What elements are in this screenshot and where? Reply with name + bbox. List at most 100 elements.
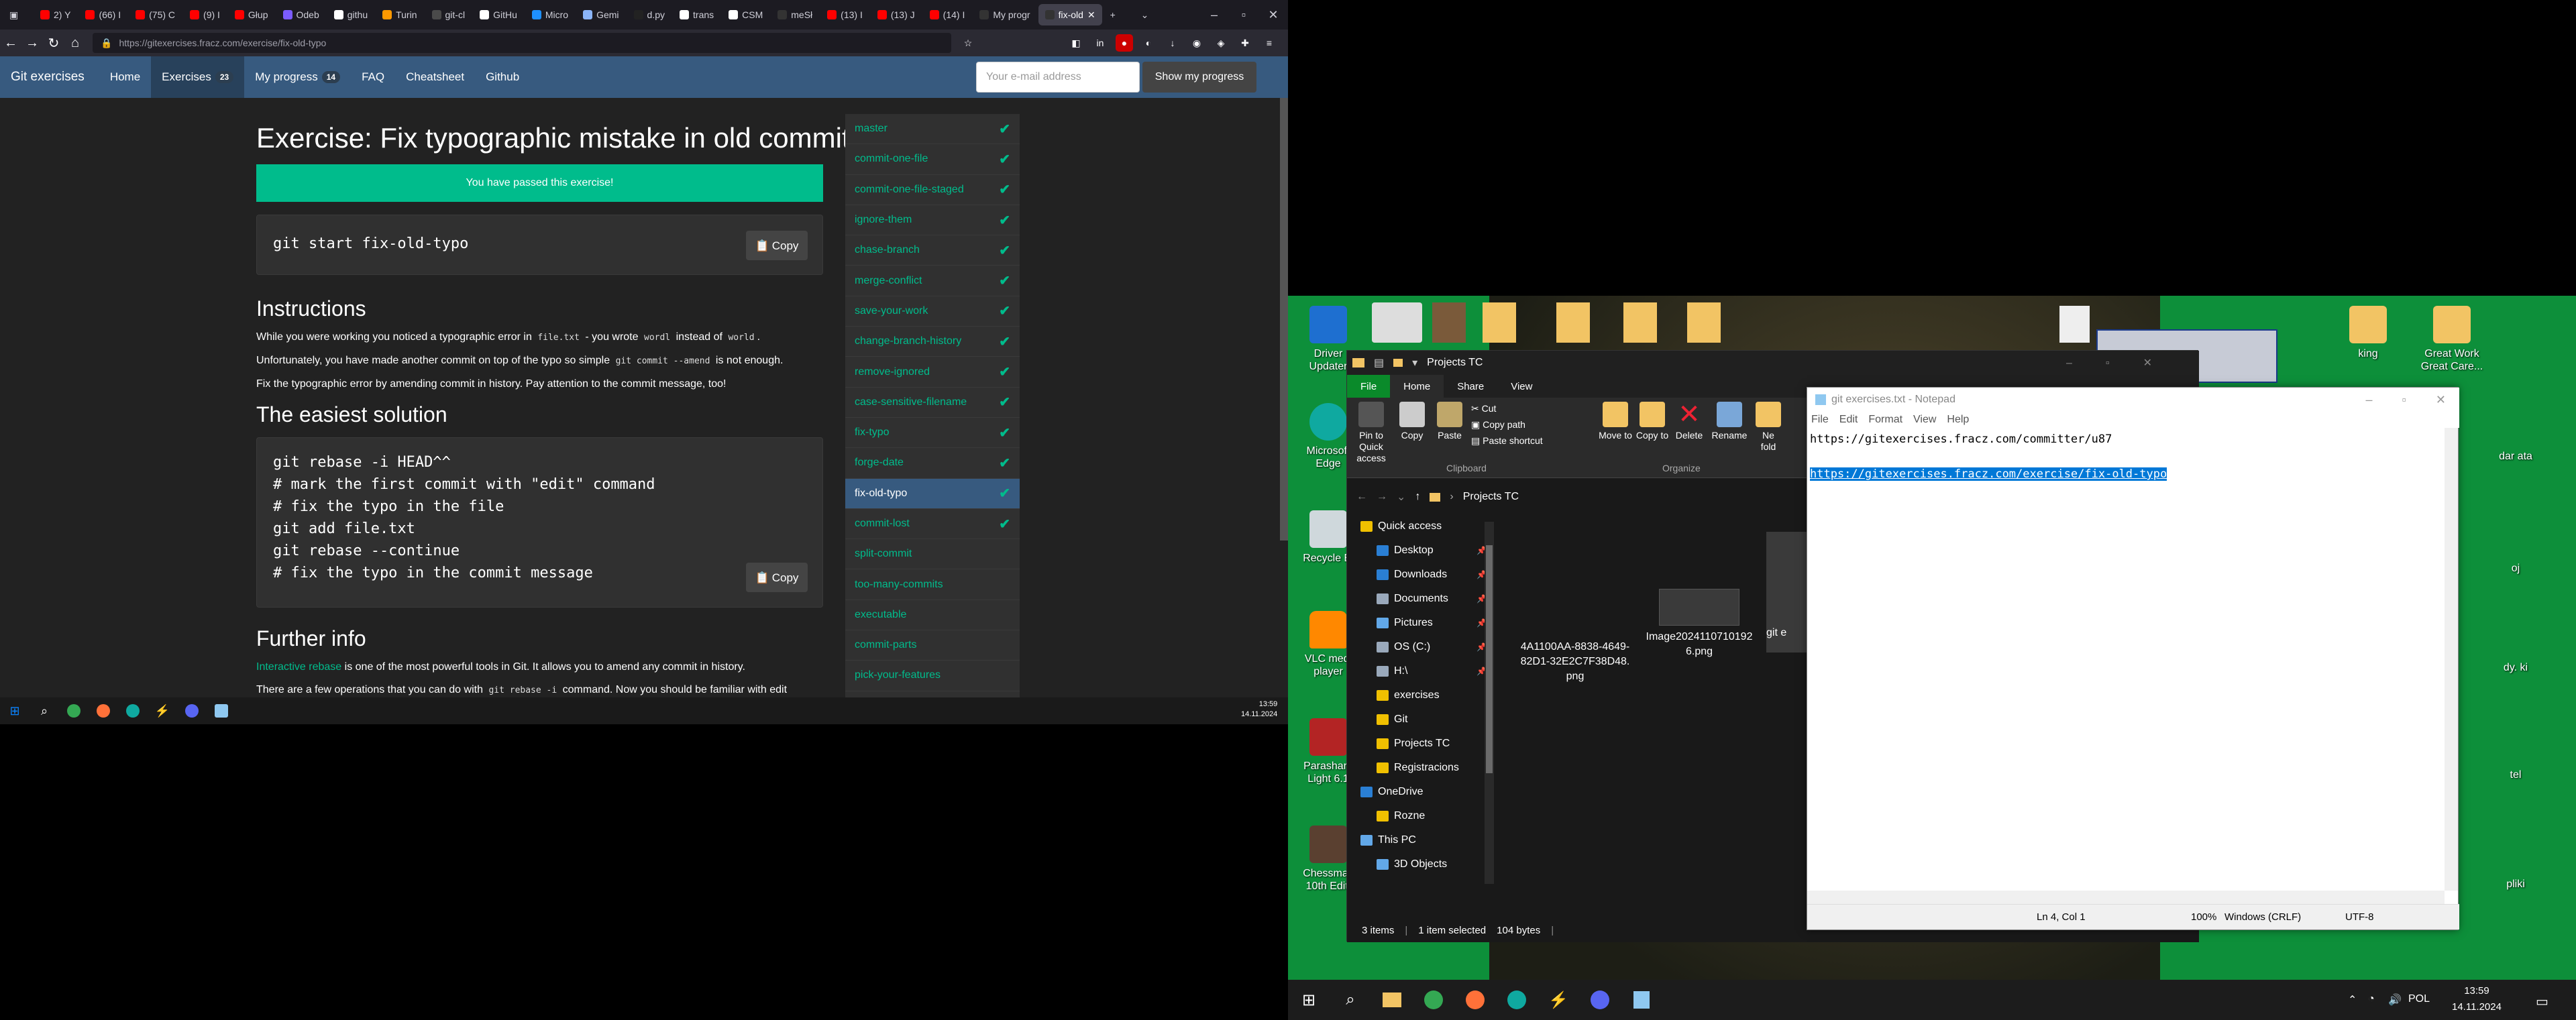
desktop-icon-right-2[interactable]: oj — [2496, 562, 2536, 575]
edge-icon[interactable] — [1496, 980, 1538, 1020]
edge-icon[interactable] — [118, 697, 148, 724]
exercise-item[interactable]: pick-your-features — [845, 661, 1020, 691]
file-explorer-icon[interactable] — [1371, 980, 1413, 1020]
explorer-window-controls[interactable]: –▫✕ — [2066, 356, 2199, 370]
forward-icon[interactable]: → — [1377, 491, 1387, 503]
discord-icon[interactable] — [177, 697, 207, 724]
nav-github[interactable]: Github — [475, 56, 530, 98]
notepad-horizontal-scrollbar[interactable] — [1807, 891, 2445, 904]
exercise-item[interactable]: commit-parts — [845, 630, 1020, 661]
new-tab-button[interactable]: + — [1104, 4, 1133, 25]
copy-path-button[interactable]: ▣ Copy path — [1471, 419, 1525, 431]
back-icon[interactable]: ← — [1356, 491, 1367, 503]
nav-item[interactable]: Projects TC — [1347, 732, 1495, 756]
desktop-icon-folder[interactable] — [1556, 302, 1590, 343]
nav-item[interactable]: Documents 📌 — [1347, 587, 1495, 611]
nav-faq[interactable]: FAQ — [351, 56, 395, 98]
qat-dropdown-icon[interactable]: ▾ — [1412, 356, 1417, 370]
brand-link[interactable]: Git exercises — [0, 56, 99, 98]
file-tile[interactable]: Image20241107101926.png — [1642, 589, 1756, 659]
discord-icon[interactable] — [1579, 980, 1621, 1020]
exercise-item[interactable]: change-branch-history ✔ — [845, 327, 1020, 357]
clock-left[interactable]: 13:59 14.11.2024 — [1241, 699, 1277, 720]
new-folder-button[interactable]: Ne fold — [1755, 398, 1782, 453]
email-input[interactable]: Your e-mail address — [976, 62, 1140, 93]
windows-start-icon[interactable]: ⊞ — [0, 697, 30, 724]
notepad-icon[interactable] — [207, 697, 236, 724]
desktop-icon-folder[interactable] — [1623, 302, 1657, 343]
copy-start-button[interactable]: 📋 Copy — [746, 231, 808, 260]
exercise-item[interactable]: master ✔ — [845, 114, 1020, 145]
nav-item[interactable]: Quick access — [1347, 514, 1495, 539]
exercise-item[interactable]: ignore-them ✔ — [845, 205, 1020, 236]
browser-tab[interactable]: My progr — [973, 4, 1036, 25]
notepad-icon[interactable] — [1621, 980, 1662, 1020]
browser-tab[interactable]: fix-old ✕ — [1038, 4, 1102, 25]
exercise-item[interactable]: commit-lost ✔ — [845, 509, 1020, 540]
pocket-icon[interactable]: ◧ — [1067, 34, 1085, 52]
nav-item[interactable]: OS (C:) 📌 — [1347, 635, 1495, 659]
menu-format[interactable]: Format — [1864, 414, 1909, 426]
browser-tab[interactable]: Micro — [525, 4, 575, 25]
menu-file[interactable]: File — [1807, 414, 1835, 426]
firefox-view-tab[interactable]: ▣ — [3, 4, 32, 25]
pin-quick-access-button[interactable]: Pin to Quick access — [1351, 398, 1391, 464]
notepad-vertical-scrollbar[interactable] — [2445, 428, 2458, 891]
chrome-icon[interactable] — [59, 697, 89, 724]
exercise-item[interactable]: remove-ignored ✔ — [845, 357, 1020, 388]
qat-folder-icon[interactable] — [1393, 359, 1403, 367]
shield-icon[interactable]: ◈ — [1212, 34, 1230, 52]
desktop-icon-great-work[interactable]: Great Work Great Care... — [2415, 306, 2489, 373]
ribbon-tab-share[interactable]: Share — [1444, 375, 1497, 398]
ribbon-tab-file[interactable]: File — [1347, 375, 1391, 398]
address-text[interactable]: Projects TC — [1463, 491, 1519, 503]
up-icon[interactable]: ↑ — [1415, 491, 1420, 503]
chrome-icon[interactable] — [1413, 980, 1454, 1020]
browser-tab[interactable]: CSM — [722, 4, 769, 25]
search-icon[interactable]: ⌕ — [1330, 980, 1371, 1020]
nav-item[interactable]: Git — [1347, 707, 1495, 732]
page-scrollbar[interactable] — [1280, 98, 1288, 541]
desktop-icon-right-4[interactable]: tel — [2496, 769, 2536, 781]
minimize-icon[interactable]: – — [2366, 393, 2373, 407]
copy-to-button[interactable]: Copy to — [1635, 398, 1669, 441]
nav-item[interactable]: This PC — [1347, 828, 1495, 852]
search-icon[interactable]: ⌕ — [30, 697, 59, 724]
show-progress-button[interactable]: Show my progress — [1142, 62, 1256, 93]
move-to-button[interactable]: Move to — [1599, 398, 1632, 441]
browser-tab[interactable]: (14) I — [923, 4, 972, 25]
linkedin-icon[interactable]: in — [1091, 34, 1109, 52]
nav-item[interactable]: Downloads 📌 — [1347, 563, 1495, 587]
rename-button[interactable]: Rename — [1709, 398, 1750, 441]
download-icon[interactable]: ↓ — [1164, 34, 1181, 52]
volume-icon[interactable]: 🔊 — [2388, 993, 2402, 1007]
menu-hamburger-icon[interactable]: ≡ — [1260, 34, 1278, 52]
nav-item[interactable]: Pictures 📌 — [1347, 611, 1495, 635]
nav-my-progress[interactable]: My progress 14 — [244, 56, 351, 98]
browser-tab[interactable]: githu — [327, 4, 374, 25]
exercise-item[interactable]: case-sensitive-filename ✔ — [845, 388, 1020, 418]
lightning-app-icon[interactable]: ⚡ — [1538, 980, 1579, 1020]
exercise-item[interactable]: save-your-work ✔ — [845, 296, 1020, 327]
browser-tab[interactable]: 2) Y — [34, 4, 77, 25]
maximize-icon[interactable]: ▫ — [1229, 8, 1258, 22]
extension-icon[interactable]: ◐ — [1140, 34, 1157, 52]
clock-right[interactable]: 13:59 14.11.2024 — [2452, 983, 2502, 1015]
copy-solution-button[interactable]: 📋 Copy — [746, 563, 808, 592]
desktop-icon-folder[interactable] — [1483, 302, 1516, 343]
menu-view[interactable]: View — [1909, 414, 1943, 426]
browser-tab[interactable]: trans — [673, 4, 720, 25]
browser-tab[interactable]: (66) I — [78, 4, 127, 25]
desktop-icon-right-5[interactable]: pliki — [2496, 878, 2536, 891]
extensions-puzzle-icon[interactable]: ✚ — [1236, 34, 1254, 52]
nav-cheatsheet[interactable]: Cheatsheet — [395, 56, 475, 98]
paste-shortcut-button[interactable]: ▤ Paste shortcut — [1471, 435, 1543, 447]
exercise-item[interactable]: executable — [845, 600, 1020, 631]
recent-dropdown-icon[interactable]: ⌄ — [1397, 490, 1405, 504]
windows-start-icon[interactable]: ⊞ — [1288, 980, 1330, 1020]
paste-button[interactable]: Paste — [1433, 398, 1466, 441]
nav-item[interactable]: Registracions — [1347, 756, 1495, 780]
bookmark-star-icon[interactable]: ☆ — [959, 34, 977, 52]
nav-item[interactable]: H:\ 📌 — [1347, 659, 1495, 683]
copy-button[interactable]: Copy — [1395, 398, 1429, 441]
